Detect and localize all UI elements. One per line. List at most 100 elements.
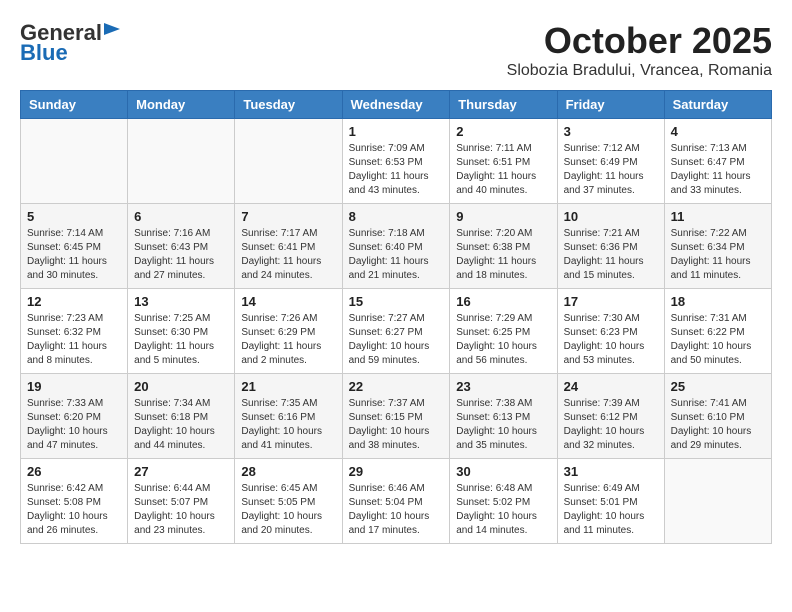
calendar-day-cell: 9 Sunrise: 7:20 AM Sunset: 6:38 PM Daylig… — [450, 204, 557, 289]
day-info: Sunrise: 7:25 AM Sunset: 6:30 PM Dayligh… — [134, 312, 228, 368]
day-number: 4 — [671, 124, 765, 139]
day-number: 10 — [564, 209, 658, 224]
day-number: 20 — [134, 379, 228, 394]
day-number: 22 — [349, 379, 444, 394]
calendar-day-cell: 13 Sunrise: 7:25 AM Sunset: 6:30 PM Dayli… — [128, 289, 235, 374]
calendar-day-cell: 8 Sunrise: 7:18 AM Sunset: 6:40 PM Daylig… — [342, 204, 450, 289]
calendar-day-cell: 10 Sunrise: 7:21 AM Sunset: 6:36 PM Dayli… — [557, 204, 664, 289]
day-number: 23 — [456, 379, 550, 394]
day-info: Sunrise: 7:27 AM Sunset: 6:27 PM Dayligh… — [349, 312, 444, 368]
calendar-day-cell: 2Sunrise: 7:11 AM Sunset: 6:51 PM Daylig… — [450, 119, 557, 204]
day-info: Sunrise: 7:12 AM Sunset: 6:49 PM Dayligh… — [564, 142, 658, 198]
month-title: October 2025 — [507, 20, 772, 62]
day-number: 6 — [134, 209, 228, 224]
day-number: 31 — [564, 464, 658, 479]
day-number: 1 — [349, 124, 444, 139]
day-info: Sunrise: 7:31 AM Sunset: 6:22 PM Dayligh… — [671, 312, 765, 368]
day-number: 3 — [564, 124, 658, 139]
day-info: Sunrise: 7:35 AM Sunset: 6:16 PM Dayligh… — [241, 397, 335, 453]
day-info: Sunrise: 7:18 AM Sunset: 6:40 PM Dayligh… — [349, 227, 444, 283]
calendar-day-cell: 15Sunrise: 7:27 AM Sunset: 6:27 PM Dayli… — [342, 289, 450, 374]
day-info: Sunrise: 6:46 AM Sunset: 5:04 PM Dayligh… — [349, 482, 444, 538]
page-header: General Blue October 2025 Slobozia Bradu… — [20, 20, 772, 80]
day-info: Sunrise: 7:39 AM Sunset: 6:12 PM Dayligh… — [564, 397, 658, 453]
calendar-day-cell — [21, 119, 128, 204]
day-number: 28 — [241, 464, 335, 479]
title-section: October 2025 Slobozia Bradului, Vrancea,… — [507, 20, 772, 80]
calendar-day-cell: 19Sunrise: 7:33 AM Sunset: 6:20 PM Dayli… — [21, 374, 128, 459]
day-info: Sunrise: 7:23 AM Sunset: 6:32 PM Dayligh… — [27, 312, 121, 368]
weekday-header: Saturday — [664, 91, 771, 119]
calendar-day-cell: 29 Sunrise: 6:46 AM Sunset: 5:04 PM Dayli… — [342, 459, 450, 544]
calendar-day-cell: 12 Sunrise: 7:23 AM Sunset: 6:32 PM Dayli… — [21, 289, 128, 374]
calendar-day-cell: 4 Sunrise: 7:13 AM Sunset: 6:47 PM Daylig… — [664, 119, 771, 204]
day-info: Sunrise: 7:37 AM Sunset: 6:15 PM Dayligh… — [349, 397, 444, 453]
day-number: 11 — [671, 209, 765, 224]
day-number: 21 — [241, 379, 335, 394]
calendar-table: SundayMondayTuesdayWednesdayThursdayFrid… — [20, 90, 772, 544]
day-number: 27 — [134, 464, 228, 479]
day-number: 13 — [134, 294, 228, 309]
day-number: 17 — [564, 294, 658, 309]
day-number: 30 — [456, 464, 550, 479]
calendar-day-cell: 6Sunrise: 7:16 AM Sunset: 6:43 PM Daylig… — [128, 204, 235, 289]
weekday-header: Thursday — [450, 91, 557, 119]
weekday-header: Tuesday — [235, 91, 342, 119]
day-info: Sunrise: 6:45 AM Sunset: 5:05 PM Dayligh… — [241, 482, 335, 538]
day-number: 24 — [564, 379, 658, 394]
day-info: Sunrise: 6:42 AM Sunset: 5:08 PM Dayligh… — [27, 482, 121, 538]
logo-blue-text: Blue — [20, 40, 68, 66]
calendar-week-row: 12 Sunrise: 7:23 AM Sunset: 6:32 PM Dayli… — [21, 289, 772, 374]
day-info: Sunrise: 6:49 AM Sunset: 5:01 PM Dayligh… — [564, 482, 658, 538]
calendar-day-cell: 31 Sunrise: 6:49 AM Sunset: 5:01 PM Dayli… — [557, 459, 664, 544]
day-info: Sunrise: 7:14 AM Sunset: 6:45 PM Dayligh… — [27, 227, 121, 283]
day-info: Sunrise: 7:13 AM Sunset: 6:47 PM Dayligh… — [671, 142, 765, 198]
day-number: 8 — [349, 209, 444, 224]
day-info: Sunrise: 7:21 AM Sunset: 6:36 PM Dayligh… — [564, 227, 658, 283]
calendar-day-cell: 24 Sunrise: 7:39 AM Sunset: 6:12 PM Dayli… — [557, 374, 664, 459]
day-info: Sunrise: 6:44 AM Sunset: 5:07 PM Dayligh… — [134, 482, 228, 538]
day-number: 29 — [349, 464, 444, 479]
day-number: 7 — [241, 209, 335, 224]
calendar-day-cell: 30 Sunrise: 6:48 AM Sunset: 5:02 PM Dayli… — [450, 459, 557, 544]
day-number: 9 — [456, 209, 550, 224]
calendar-day-cell: 7Sunrise: 7:17 AM Sunset: 6:41 PM Daylig… — [235, 204, 342, 289]
calendar-day-cell: 25Sunrise: 7:41 AM Sunset: 6:10 PM Dayli… — [664, 374, 771, 459]
calendar-header-row: SundayMondayTuesdayWednesdayThursdayFrid… — [21, 91, 772, 119]
calendar-day-cell — [128, 119, 235, 204]
calendar-day-cell: 23 Sunrise: 7:38 AM Sunset: 6:13 PM Dayli… — [450, 374, 557, 459]
day-info: Sunrise: 7:38 AM Sunset: 6:13 PM Dayligh… — [456, 397, 550, 453]
calendar-week-row: 5 Sunrise: 7:14 AM Sunset: 6:45 PM Daylig… — [21, 204, 772, 289]
day-info: Sunrise: 7:30 AM Sunset: 6:23 PM Dayligh… — [564, 312, 658, 368]
calendar-day-cell: 18 Sunrise: 7:31 AM Sunset: 6:22 PM Dayli… — [664, 289, 771, 374]
logo: General Blue — [20, 20, 120, 66]
day-number: 14 — [241, 294, 335, 309]
calendar-day-cell: 20 Sunrise: 7:34 AM Sunset: 6:18 PM Dayli… — [128, 374, 235, 459]
day-info: Sunrise: 7:09 AM Sunset: 6:53 PM Dayligh… — [349, 142, 444, 198]
day-number: 26 — [27, 464, 121, 479]
calendar-day-cell: 3 Sunrise: 7:12 AM Sunset: 6:49 PM Daylig… — [557, 119, 664, 204]
day-number: 18 — [671, 294, 765, 309]
day-info: Sunrise: 7:26 AM Sunset: 6:29 PM Dayligh… — [241, 312, 335, 368]
day-info: Sunrise: 7:20 AM Sunset: 6:38 PM Dayligh… — [456, 227, 550, 283]
calendar-day-cell: 1 Sunrise: 7:09 AM Sunset: 6:53 PM Daylig… — [342, 119, 450, 204]
location-subtitle: Slobozia Bradului, Vrancea, Romania — [507, 62, 772, 80]
day-info: Sunrise: 7:34 AM Sunset: 6:18 PM Dayligh… — [134, 397, 228, 453]
calendar-day-cell: 28 Sunrise: 6:45 AM Sunset: 5:05 PM Dayli… — [235, 459, 342, 544]
day-number: 12 — [27, 294, 121, 309]
calendar-day-cell: 22 Sunrise: 7:37 AM Sunset: 6:15 PM Dayli… — [342, 374, 450, 459]
calendar-day-cell: 16Sunrise: 7:29 AM Sunset: 6:25 PM Dayli… — [450, 289, 557, 374]
calendar-day-cell — [664, 459, 771, 544]
weekday-header: Monday — [128, 91, 235, 119]
weekday-header: Friday — [557, 91, 664, 119]
day-number: 5 — [27, 209, 121, 224]
calendar-day-cell: 26 Sunrise: 6:42 AM Sunset: 5:08 PM Dayli… — [21, 459, 128, 544]
day-number: 2 — [456, 124, 550, 139]
calendar-day-cell: 17 Sunrise: 7:30 AM Sunset: 6:23 PM Dayli… — [557, 289, 664, 374]
calendar-week-row: 1 Sunrise: 7:09 AM Sunset: 6:53 PM Daylig… — [21, 119, 772, 204]
day-number: 16 — [456, 294, 550, 309]
calendar-day-cell: 27 Sunrise: 6:44 AM Sunset: 5:07 PM Dayli… — [128, 459, 235, 544]
day-info: Sunrise: 6:48 AM Sunset: 5:02 PM Dayligh… — [456, 482, 550, 538]
calendar-week-row: 19Sunrise: 7:33 AM Sunset: 6:20 PM Dayli… — [21, 374, 772, 459]
day-number: 25 — [671, 379, 765, 394]
